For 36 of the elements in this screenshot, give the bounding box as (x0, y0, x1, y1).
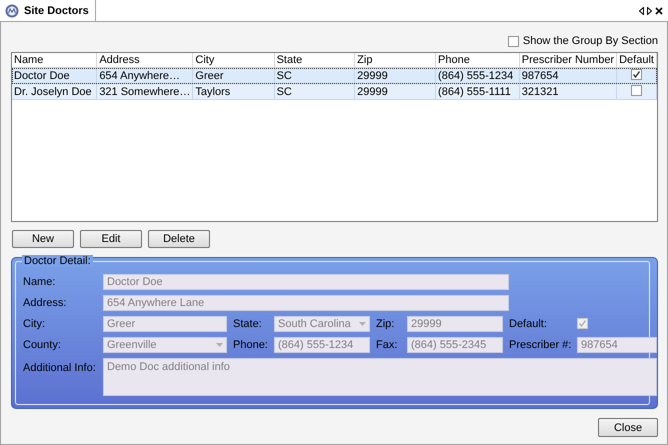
action-button[interactable]: New (12, 230, 74, 248)
field-label: Name: (23, 276, 56, 288)
table-row[interactable]: Dr. Joselyn Doe 321 Somewhere… Taylors SC 29999 (864) 555-1111 321321 (12, 84, 656, 100)
table-cell: (864) 555-1111 (436, 84, 520, 100)
table-cell: SC (274, 84, 355, 100)
field-label: Additional Info: (23, 361, 97, 374)
field-label: City: (23, 318, 46, 330)
field-label: Prescriber #: (509, 339, 572, 351)
caret-icon (359, 322, 366, 326)
caret-icon (216, 343, 223, 347)
field-label: Default: (509, 318, 548, 330)
table-cell: Dr. Joselyn Doe (12, 84, 97, 100)
field-label: Zip: (376, 318, 396, 330)
scroll-left-icon[interactable] (639, 6, 644, 14)
field-label: Address: (23, 297, 68, 309)
action-button[interactable]: Edit (80, 230, 142, 248)
group-title: Doctor Detail: (22, 255, 93, 267)
table-cell: 321 Somewhere… (96, 84, 193, 100)
field-label: Phone: (233, 339, 269, 351)
field-label: State: (233, 318, 263, 330)
close-icon[interactable] (655, 6, 663, 14)
table-cell: Taylors (192, 84, 274, 100)
table-row[interactable]: Doctor Doe 654 Anywhere… Greer SC 29999 (864) 555-1234 987654 (12, 68, 656, 84)
table-cell: 29999 (354, 84, 436, 100)
checkbox-label: Show the Group By Section (522, 35, 658, 47)
action-button[interactable]: Delete (148, 230, 210, 248)
checkbox[interactable] (508, 36, 519, 46)
table-cell: 321321 (519, 84, 617, 100)
scroll-right-icon[interactable] (647, 6, 652, 14)
checkbox[interactable] (631, 69, 642, 80)
field-label: Fax: (376, 339, 398, 351)
close-button[interactable]: Close (598, 418, 658, 437)
logo-icon (5, 4, 19, 18)
checkbox[interactable] (577, 318, 588, 328)
field-label: County: (23, 339, 62, 351)
checkbox[interactable] (631, 84, 642, 96)
